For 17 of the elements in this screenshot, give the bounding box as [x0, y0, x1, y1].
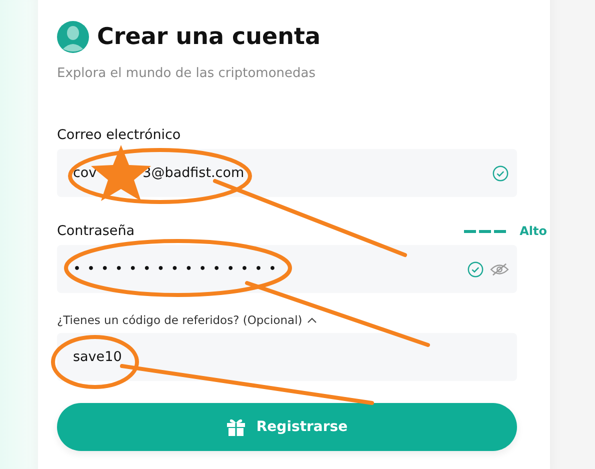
subtitle: Explora el mundo de las criptomonedas — [57, 66, 317, 81]
avatar-icon — [57, 21, 89, 53]
password-field[interactable]: ••••••••••••••• — [57, 245, 517, 293]
caret-icon[interactable] — [307, 317, 318, 323]
email-value-end: 3@badfist.com — [142, 165, 244, 181]
password-value: ••••••••••••••• — [73, 261, 282, 277]
field-label: Correo electrónico — [57, 127, 182, 143]
referral-toggle[interactable]: ¿Tienes un código de referidos? (Opcional) — [57, 313, 302, 327]
referral-field[interactable]: save10 — [57, 333, 517, 381]
field-label: Contraseña — [57, 223, 135, 239]
eye-off-icon[interactable] — [490, 262, 509, 276]
email-value-start: cov — [73, 165, 97, 181]
page-title: Crear una cuenta — [97, 24, 320, 50]
gift-icon — [226, 418, 246, 436]
referral-value: save10 — [73, 349, 122, 365]
strength-meter — [464, 230, 506, 232]
strength-label: Alto — [520, 224, 547, 238]
